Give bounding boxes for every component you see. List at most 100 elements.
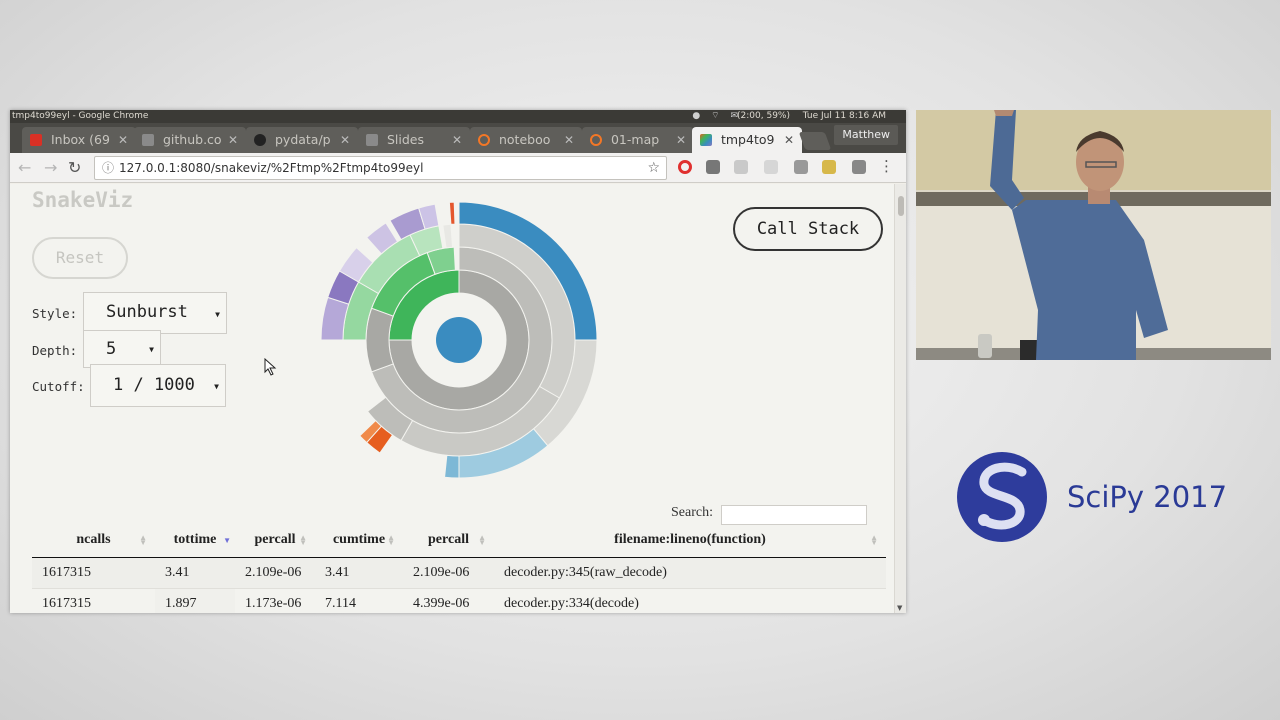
opera-icon[interactable]: [678, 160, 692, 174]
sort-icon: ▲ ▼: [870, 533, 878, 547]
browser-toolbar: ← → ↻ ⓘ 127.0.0.1:8080/snakeviz/%2Ftmp%2…: [10, 153, 906, 183]
os-top-bar: tmp4to99eyl - Google Chrome ● ⌔ ✉ (2:00,…: [10, 110, 906, 123]
speaker-video-feed: [916, 110, 1271, 360]
depth-label: Depth:: [32, 343, 78, 358]
extension-icon[interactable]: [852, 160, 866, 174]
column-header-label: filename:lineno(function): [614, 532, 766, 548]
battery-status[interactable]: (2:00, 59%): [737, 110, 790, 123]
cell-percall: 1.173e-06: [235, 588, 315, 613]
column-header-tottime[interactable]: tottime ▼: [155, 524, 235, 558]
tab-slides[interactable]: Slides ✕: [358, 127, 470, 153]
close-icon[interactable]: ✕: [228, 127, 238, 153]
stats-table: ncalls ▲ ▼ tottime ▼ percall ▲ ▼ cumtime ▲ ▼ pe…: [32, 524, 886, 613]
cell-ncalls: 1617315: [32, 557, 155, 589]
tab-inbox[interactable]: Inbox (69 ✕: [22, 127, 136, 153]
page-icon: [142, 134, 154, 146]
table-row[interactable]: 1617315 3.41 2.109e-06 3.41 2.109e-06 de…: [32, 557, 886, 589]
github-icon: [254, 134, 266, 146]
close-icon[interactable]: ✕: [676, 127, 686, 153]
table-row[interactable]: 1617315 1.897 1.173e-06 7.114 4.399e-06 …: [32, 588, 886, 613]
cell-tottime: 1.897: [155, 588, 235, 613]
column-header-percall[interactable]: percall ▲ ▼: [235, 524, 315, 558]
extension-icon[interactable]: [794, 160, 808, 174]
profile-button[interactable]: Matthew: [834, 125, 898, 145]
clock[interactable]: Tue Jul 11 8:16 AM: [803, 110, 886, 123]
column-header-label: ncalls: [76, 532, 111, 548]
search-label: Search:: [671, 505, 713, 520]
sunburst-segment[interactable]: [444, 454, 460, 479]
bookmark-star-icon[interactable]: ☆: [647, 157, 660, 179]
reload-icon[interactable]: ↻: [68, 158, 81, 177]
tab-snakeviz[interactable]: tmp4to9 ✕: [692, 127, 802, 153]
column-header-cumtime[interactable]: cumtime ▲ ▼: [315, 524, 403, 558]
scroll-down-arrow-icon[interactable]: ▼: [897, 604, 902, 612]
snakeviz-icon: [700, 134, 712, 146]
tab-strip: Inbox (69 ✕ github.co ✕ pydata/p ✕ Slide…: [10, 123, 906, 153]
style-value: Sunburst: [106, 302, 188, 322]
cell-ncalls: 1617315: [32, 588, 155, 613]
sort-desc-icon: ▼: [223, 536, 231, 545]
close-icon[interactable]: ✕: [340, 127, 350, 153]
tab-label: Slides: [386, 132, 425, 147]
tab-pydata[interactable]: pydata/p ✕: [246, 127, 358, 153]
cell-cumtime: 3.41: [315, 557, 403, 589]
cell-cumtime: 7.114: [315, 588, 403, 613]
back-arrow-icon[interactable]: ←: [18, 158, 31, 177]
search-input[interactable]: [721, 505, 867, 525]
column-header-label: percall: [428, 532, 469, 548]
close-icon[interactable]: ✕: [452, 127, 462, 153]
gmail-icon: [30, 134, 42, 146]
info-icon[interactable]: ⓘ: [102, 157, 114, 179]
extension-icon[interactable]: [706, 160, 720, 174]
depth-select[interactable]: 5 ▼: [83, 330, 161, 368]
scroll-thumb[interactable]: [898, 196, 904, 216]
depth-value: 5: [106, 339, 117, 359]
extension-icon[interactable]: [822, 160, 836, 174]
column-header-filename[interactable]: filename:lineno(function) ▲ ▼: [494, 524, 886, 558]
sort-icon: ▲ ▼: [299, 533, 307, 547]
sort-icon: ▲ ▼: [139, 533, 147, 547]
tab-label: github.co: [162, 132, 222, 147]
tab-label: tmp4to9: [720, 132, 775, 147]
close-icon[interactable]: ✕: [784, 127, 794, 153]
reset-button[interactable]: Reset: [32, 237, 128, 279]
extension-icon[interactable]: [734, 160, 748, 174]
sort-icon: ▲ ▼: [478, 533, 486, 547]
call-stack-button[interactable]: Call Stack: [733, 207, 883, 251]
column-header-label: percall: [254, 532, 296, 548]
tab-notebook[interactable]: noteboo ✕: [470, 127, 582, 153]
page-scrollbar[interactable]: ▼: [894, 184, 906, 613]
column-header-ncalls[interactable]: ncalls ▲ ▼: [32, 524, 155, 558]
cell-percall-cum: 4.399e-06: [403, 588, 494, 613]
scipy-logo-icon: [957, 452, 1047, 542]
column-header-percall-cum[interactable]: percall ▲ ▼: [403, 524, 494, 558]
close-icon[interactable]: ✕: [564, 127, 574, 153]
sunburst-segment[interactable]: [365, 307, 394, 373]
cutoff-value: 1 / 1000: [113, 375, 195, 395]
new-tab-button[interactable]: [798, 132, 832, 150]
jupyter-icon: [590, 134, 602, 146]
tab-01-map[interactable]: 01-map ✕: [582, 127, 694, 153]
sunburst-chart[interactable]: [301, 200, 601, 490]
cutoff-select[interactable]: 1 / 1000 ▼: [90, 364, 226, 407]
sunburst-segment[interactable]: [448, 201, 456, 225]
sunburst-root-segment[interactable]: [436, 317, 482, 363]
cell-function: decoder.py:345(raw_decode): [494, 557, 886, 589]
cutoff-label: Cutoff:: [32, 379, 85, 394]
close-icon[interactable]: ✕: [118, 127, 128, 153]
cell-percall-cum: 2.109e-06: [403, 557, 494, 589]
menu-icon[interactable]: ⋮: [879, 157, 894, 175]
extension-icon[interactable]: [764, 160, 778, 174]
sunburst-segment[interactable]: [442, 223, 454, 249]
url-text: 127.0.0.1:8080/snakeviz/%2Ftmp%2Ftmp4to9…: [119, 161, 424, 175]
tab-github[interactable]: github.co ✕: [134, 127, 246, 153]
tab-label: Inbox (69: [50, 132, 110, 147]
forward-arrow-icon[interactable]: →: [44, 158, 57, 177]
style-select[interactable]: Sunburst ▼: [83, 292, 227, 334]
browser-window: tmp4to99eyl - Google Chrome ● ⌔ ✉ (2:00,…: [10, 110, 906, 613]
system-tray-icons[interactable]: ● ⌔ ✉: [692, 110, 742, 123]
column-header-label: cumtime: [332, 532, 386, 548]
chevron-down-icon: ▼: [214, 382, 219, 391]
address-bar[interactable]: ⓘ 127.0.0.1:8080/snakeviz/%2Ftmp%2Ftmp4t…: [94, 156, 667, 180]
cell-tottime: 3.41: [155, 557, 235, 589]
